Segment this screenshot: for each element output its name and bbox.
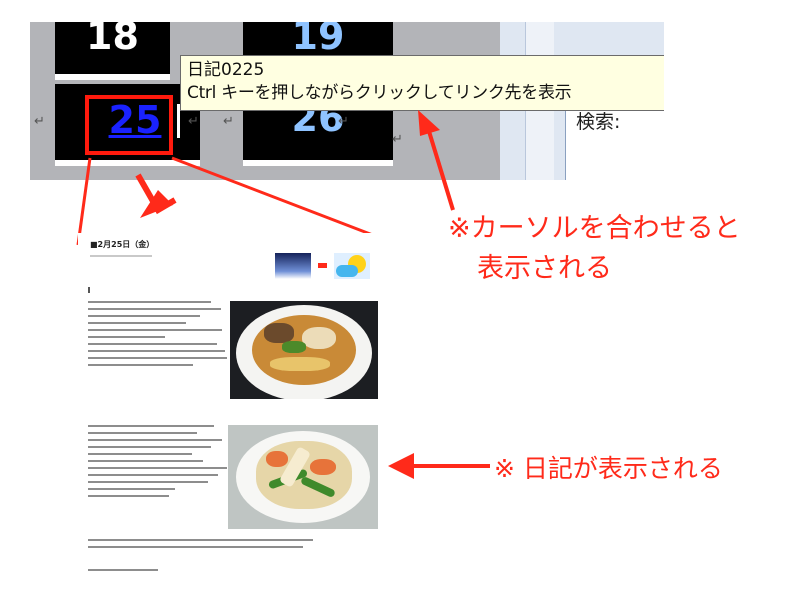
text-cursor-mark bbox=[88, 287, 90, 293]
diary-page-preview: ■2月25日（金） bbox=[78, 233, 383, 583]
annotation-hover-line2: 表示される bbox=[477, 253, 612, 284]
diary-paragraph-1 bbox=[88, 301, 228, 371]
pointer-arrow-up bbox=[426, 127, 455, 211]
sunny-cloud-icon bbox=[334, 253, 370, 279]
cloudy-night-icon bbox=[275, 253, 311, 279]
diary-subtitle-line bbox=[90, 255, 152, 257]
annotation-hover-line1: ※カーソルを合わせると bbox=[448, 213, 741, 244]
ramen-photo bbox=[230, 301, 378, 399]
diary-paragraph-4 bbox=[88, 569, 188, 576]
diary-title: ■2月25日（金） bbox=[90, 240, 155, 249]
arrow-dash-icon bbox=[318, 263, 327, 268]
connector-line-left bbox=[76, 157, 92, 246]
connector-line-right bbox=[171, 156, 379, 239]
diary-paragraph-3 bbox=[88, 539, 338, 553]
diary-paragraph-2 bbox=[88, 425, 228, 502]
annotation-diary-note: ※ 日記が表示される bbox=[494, 454, 723, 483]
stir-fry-photo bbox=[228, 425, 378, 529]
